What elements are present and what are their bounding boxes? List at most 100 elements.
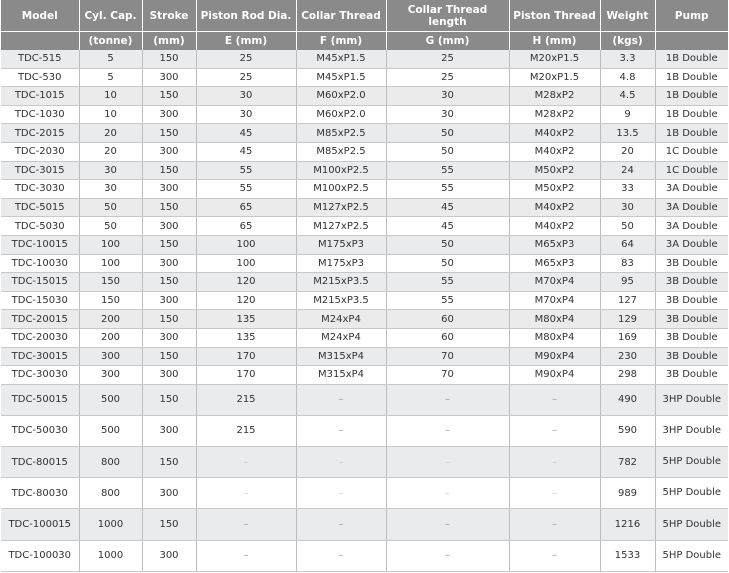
cell-collar-thread-length: 50 <box>386 254 510 274</box>
cell-collar-thread-length: – <box>386 540 510 572</box>
unit-cyl-cap: (tonne) <box>79 31 143 50</box>
cell-model: TDC-30030 <box>1 365 80 385</box>
cell-pump: 3B Double <box>655 347 728 367</box>
cell-piston-thread: M90xP4 <box>509 347 601 367</box>
cell-pump: 1C Double <box>655 142 728 162</box>
cell-weight: 490 <box>600 384 656 416</box>
cell-collar-thread: M85xP2.5 <box>296 123 387 143</box>
specifications-table: Model Cyl. Cap. Stroke Piston Rod Dia. C… <box>1 0 728 572</box>
cell-piston-rod-dia: 30 <box>196 105 297 125</box>
cell-model: TDC-515 <box>1 50 80 69</box>
cell-pump: 3B Double <box>655 328 728 348</box>
cell-stroke: 150 <box>142 384 197 416</box>
cell-weight: 989 <box>600 477 656 510</box>
cell-piston-rod-dia: 120 <box>196 272 297 292</box>
cell-model: TDC-530 <box>1 68 80 88</box>
cell-model: TDC-20015 <box>1 309 80 329</box>
cell-model: TDC-1015 <box>1 86 80 106</box>
cell-weight: 9 <box>600 105 656 125</box>
table-row: TDC-100015 1000 150– – – –1216 5HP Double <box>1 508 728 541</box>
cell-piston-thread: M70xP4 <box>509 272 601 292</box>
cell-model: TDC-10030 <box>1 254 80 274</box>
cell-collar-thread-length: 55 <box>386 179 510 199</box>
cell-collar-thread: M60xP2.0 <box>296 105 387 125</box>
header-piston-thread: Piston Thread <box>509 0 601 32</box>
cell-piston-rod-dia: 215 <box>196 415 297 448</box>
cell-cyl-cap: 30 <box>79 179 143 199</box>
cell-collar-thread-length: – <box>386 477 510 510</box>
cell-pump: 3A Double <box>655 216 728 236</box>
units-row: (tonne) (mm) E (mm) F (mm) G (mm) H (mm)… <box>1 31 728 50</box>
cell-stroke: 150 <box>142 508 197 541</box>
cell-weight: 782 <box>600 446 656 479</box>
header-pump: Pump <box>655 0 728 32</box>
cell-collar-thread-length: 25 <box>386 68 510 88</box>
cell-piston-thread: M20xP1.5 <box>509 50 601 69</box>
table-row: TDC-3015 30 150 55 M100xP2.5 55 M50xP2 24 1C Dou… <box>1 161 728 181</box>
unit-piston-rod-dia: E (mm) <box>196 31 297 50</box>
cell-stroke: 300 <box>142 179 197 199</box>
cell-collar-thread: – <box>296 508 387 541</box>
cell-model: TDC-80015 <box>1 446 80 479</box>
cell-weight: 230 <box>600 347 656 367</box>
cell-cyl-cap: 500 <box>79 415 143 448</box>
cell-collar-thread: – <box>296 415 387 448</box>
cell-collar-thread: M24xP4 <box>296 328 387 348</box>
cell-stroke: 150 <box>142 161 197 181</box>
cell-collar-thread-length: 55 <box>386 161 510 181</box>
cell-collar-thread: M215xP3.5 <box>296 272 387 292</box>
cell-stroke: 300 <box>142 68 197 88</box>
table-row: TDC-30015 300 150 170 M315xP4 70 M90xP4 230 3B D… <box>1 347 728 367</box>
cell-stroke: 150 <box>142 309 197 329</box>
table-row: TDC-1030 10 300 30 M60xP2.0 30 M28xP2 9 1B Doubl… <box>1 105 728 125</box>
cell-cyl-cap: 20 <box>79 142 143 162</box>
cell-model: TDC-1030 <box>1 105 80 125</box>
cell-piston-rod-dia: – <box>196 508 297 541</box>
table-row: TDC-10030 100 300 100 M175xP3 50 M65xP3 83 3B Do… <box>1 254 728 274</box>
cell-stroke: 300 <box>142 254 197 274</box>
cell-pump: 1B Double <box>655 105 728 125</box>
cell-collar-thread: M127xP2.5 <box>296 198 387 218</box>
cell-piston-thread: M20xP1.5 <box>509 68 601 88</box>
cell-cyl-cap: 50 <box>79 198 143 218</box>
cell-weight: 83 <box>600 254 656 274</box>
table-row: TDC-15030 150 300 120 M215xP3.5 55 M70xP4 127 3B… <box>1 291 728 311</box>
cell-model: TDC-10015 <box>1 235 80 255</box>
cell-collar-thread: M100xP2.5 <box>296 179 387 199</box>
cell-collar-thread: M175xP3 <box>296 235 387 255</box>
cell-piston-thread: M80xP4 <box>509 328 601 348</box>
cell-stroke: 300 <box>142 477 197 510</box>
header-collar-thread: Collar Thread <box>296 0 387 32</box>
table-row: TDC-100030 1000 300– – – –1533 5HP Double <box>1 540 728 572</box>
cell-cyl-cap: 800 <box>79 446 143 479</box>
cell-piston-rod-dia: 65 <box>196 216 297 236</box>
table-row: TDC-50030 500 300 215– – –590 3HP Double <box>1 415 728 448</box>
cell-collar-thread-length: 60 <box>386 328 510 348</box>
cell-stroke: 300 <box>142 105 197 125</box>
cell-piston-rod-dia: 55 <box>196 179 297 199</box>
header-stroke: Stroke <box>142 0 197 32</box>
cell-stroke: 150 <box>142 235 197 255</box>
cell-weight: 129 <box>600 309 656 329</box>
cell-stroke: 300 <box>142 142 197 162</box>
cell-pump: 5HP Double <box>655 477 728 510</box>
header-collar-thread-length: Collar Thread length <box>386 0 510 32</box>
cell-weight: 590 <box>600 415 656 448</box>
cell-weight: 30 <box>600 198 656 218</box>
cell-stroke: 150 <box>142 198 197 218</box>
cell-collar-thread-length: 45 <box>386 198 510 218</box>
cell-weight: 3.3 <box>600 50 656 69</box>
cell-piston-rod-dia: 45 <box>196 123 297 143</box>
cell-cyl-cap: 100 <box>79 235 143 255</box>
table-row: TDC-2030 20 300 45 M85xP2.5 50 M40xP2 20 1C Doub… <box>1 142 728 162</box>
cell-pump: 3A Double <box>655 198 728 218</box>
unit-stroke: (mm) <box>142 31 197 50</box>
cell-stroke: 300 <box>142 540 197 572</box>
cell-piston-thread: M40xP2 <box>509 142 601 162</box>
unit-model <box>1 31 80 50</box>
cell-piston-thread: M28xP2 <box>509 105 601 125</box>
cell-piston-rod-dia: 100 <box>196 235 297 255</box>
cell-cyl-cap: 100 <box>79 254 143 274</box>
cell-stroke: 150 <box>142 347 197 367</box>
cell-piston-rod-dia: 215 <box>196 384 297 416</box>
